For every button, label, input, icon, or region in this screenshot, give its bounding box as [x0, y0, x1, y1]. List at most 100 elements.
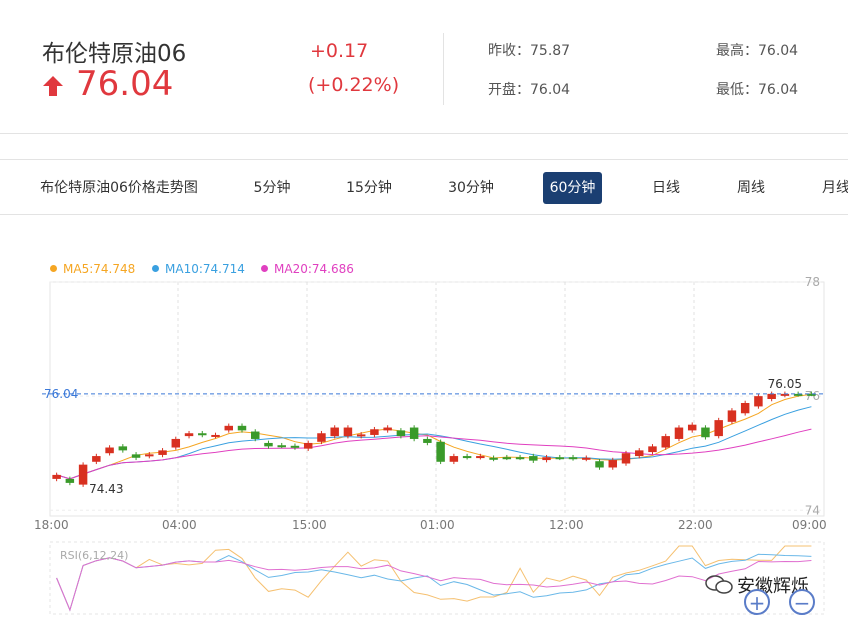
max-price-label: 76.05	[768, 377, 802, 391]
low-value: 76.04	[758, 82, 799, 98]
candle-body	[290, 445, 300, 448]
x-tick-4: 01:00	[420, 518, 455, 532]
tab-60min[interactable]: 60分钟	[543, 172, 602, 204]
x-tick-3: 15:00	[292, 518, 327, 532]
y-tick-label: 78	[805, 275, 820, 289]
candle-body	[515, 457, 525, 460]
tab-15min[interactable]: 15分钟	[338, 172, 400, 204]
open-label: 开盘：	[488, 82, 530, 98]
candle-body	[330, 427, 339, 437]
candle-body	[383, 427, 392, 431]
y-tick-label: 74	[805, 503, 820, 517]
price-change: +0.17	[310, 40, 369, 62]
candlestick-chart[interactable]: 78 76 74 76.04 76.05 74.43	[0, 270, 848, 520]
candle-body	[436, 441, 445, 462]
prev-close-stat: 昨收：75.87	[488, 40, 570, 60]
candle-body	[621, 453, 631, 464]
candle-body	[356, 434, 366, 437]
candle-body	[674, 427, 684, 439]
candle-body	[198, 433, 207, 436]
candle-body	[568, 457, 578, 460]
candle-body	[370, 429, 379, 435]
current-price-label: 76.04	[44, 387, 78, 401]
candle-body	[767, 393, 776, 399]
instrument-title: 布伦特原油06	[42, 41, 187, 67]
plot-frame	[49, 281, 825, 517]
candle-body	[635, 450, 644, 457]
min-price-label: 74.43	[89, 482, 123, 496]
high-label: 最高：	[716, 43, 758, 59]
tab-weekly[interactable]: 周线	[730, 172, 772, 204]
price-change-percent: (+0.22%)	[308, 74, 400, 96]
candle-body	[184, 433, 194, 437]
high-stat: 最高：76.04	[716, 40, 798, 60]
candle-body	[343, 427, 353, 437]
tab-30min[interactable]: 30分钟	[440, 172, 502, 204]
rsi12-line	[56, 553, 812, 612]
candle-body	[224, 425, 233, 431]
rsi-label: RSI(6,12,24)	[60, 549, 129, 562]
candle-body	[211, 434, 220, 437]
candle-body	[529, 456, 538, 461]
candle-body	[52, 474, 61, 479]
candle-body	[476, 456, 485, 459]
tab-5min[interactable]: 5分钟	[246, 172, 298, 204]
open-value: 76.04	[530, 82, 571, 98]
candle-body	[396, 430, 406, 437]
candle-body	[462, 456, 472, 459]
up-arrow-icon	[43, 76, 63, 96]
candle-body	[277, 445, 286, 448]
candle-body	[449, 456, 459, 462]
candle-body	[264, 442, 273, 447]
candle-body	[92, 456, 101, 462]
candle-body	[105, 447, 114, 454]
high-value: 76.04	[758, 43, 799, 59]
section-divider	[0, 133, 848, 134]
candle-body	[582, 457, 591, 460]
zoom-in-button[interactable]: +	[744, 589, 770, 615]
wechat-icon	[705, 575, 733, 594]
x-tick-5: 12:00	[549, 518, 584, 532]
prev-close-label: 昨收：	[488, 43, 530, 59]
candle-body	[303, 442, 313, 449]
candle-body	[542, 457, 551, 461]
candle-body	[555, 457, 565, 460]
tab-monthly[interactable]: 月线	[815, 172, 848, 204]
candle-body	[687, 424, 697, 431]
tabbar-bottom-border	[0, 214, 848, 215]
candle-body	[65, 478, 75, 483]
prev-close-value: 75.87	[530, 43, 571, 59]
candle-body	[423, 438, 432, 443]
tabbar-top-border	[0, 159, 848, 160]
candle-body	[171, 438, 181, 448]
header-divider	[443, 33, 444, 105]
ma20-line	[56, 428, 812, 480]
candle-body	[608, 460, 617, 468]
open-stat: 开盘：76.04	[488, 79, 570, 99]
current-price: 76.04	[76, 64, 174, 104]
x-tick-7: 09:00	[792, 518, 827, 532]
candle-body	[648, 446, 657, 453]
candle-body	[714, 420, 723, 437]
ma10-line	[56, 406, 812, 480]
candle-body	[251, 431, 260, 439]
x-tick-1: 18:00	[34, 518, 69, 532]
candle-body	[489, 457, 498, 460]
chart-title-label: 布伦特原油06价格走势图	[40, 180, 198, 196]
candle-body	[118, 446, 128, 451]
candle-body	[237, 425, 247, 431]
zoom-out-button[interactable]: −	[789, 589, 815, 615]
candle-body	[158, 450, 167, 455]
tab-daily[interactable]: 日线	[645, 172, 687, 204]
candle-body	[317, 433, 326, 442]
rsi24-line	[56, 557, 812, 612]
low-label: 最低：	[716, 82, 758, 98]
candle-body	[595, 461, 604, 468]
candle-body	[754, 396, 763, 407]
y-tick-label: 76	[805, 389, 820, 403]
candle-body	[740, 402, 750, 414]
x-tick-2: 04:00	[162, 518, 197, 532]
candle-body	[78, 464, 88, 485]
candle-body	[131, 454, 141, 458]
x-tick-6: 22:00	[678, 518, 713, 532]
